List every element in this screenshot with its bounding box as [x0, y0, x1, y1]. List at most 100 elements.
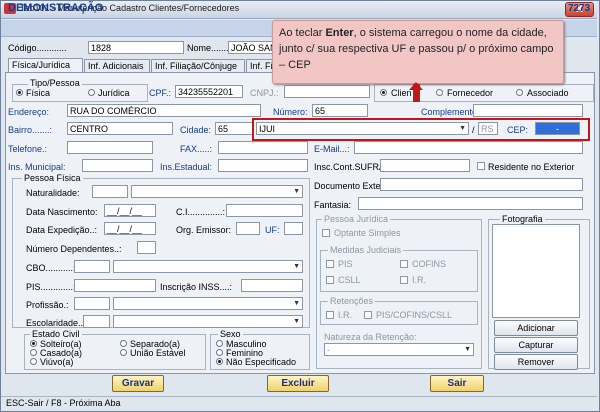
- ci-input[interactable]: [226, 204, 303, 217]
- cofins-label: COFINS: [412, 259, 447, 269]
- fornecedor-radio[interactable]: [436, 89, 443, 96]
- cidade-code-input[interactable]: 65: [215, 122, 253, 135]
- associado-label: Associado: [527, 88, 569, 98]
- cliente-radio[interactable]: [380, 89, 387, 96]
- fisica-radio[interactable]: [16, 89, 23, 96]
- ir-medida-checkbox[interactable]: [400, 276, 408, 284]
- escolaridade-code-input[interactable]: [83, 315, 110, 328]
- remover-button[interactable]: Remover: [494, 354, 578, 370]
- callout-arrow-icon: [409, 82, 423, 90]
- codigo-input[interactable]: 1828: [88, 41, 184, 54]
- residente-checkbox[interactable]: [477, 162, 485, 170]
- ins-estadual-input[interactable]: [218, 159, 308, 172]
- complemento-label: Complemento:: [421, 107, 480, 117]
- tab-fisica-juridica[interactable]: Física/Jurídica: [8, 58, 83, 72]
- cbo-select[interactable]: [113, 260, 303, 273]
- profissao-label: Profissão.:: [26, 300, 69, 310]
- medidas-judiciais-title: Medidas Judiciais: [328, 245, 404, 255]
- tab-inf-adicionais[interactable]: Inf. Adicionais: [84, 59, 150, 72]
- associado-radio[interactable]: [516, 89, 523, 96]
- suframa-input[interactable]: [380, 159, 470, 172]
- csll-checkbox[interactable]: [326, 276, 334, 284]
- fotografia-title: Fotografia: [500, 214, 545, 224]
- adicionar-button[interactable]: Adicionar: [494, 320, 578, 336]
- uniao-estavel-label: União Estável: [130, 348, 186, 358]
- bairro-label: Bairro.......:: [8, 125, 53, 135]
- optante-simples-checkbox[interactable]: [322, 229, 330, 237]
- natureza-retencao-label: Natureza da Retenção:: [324, 332, 417, 342]
- codigo-label: Código............: [8, 43, 67, 53]
- cnpj-input[interactable]: [284, 85, 370, 98]
- escolaridade-select[interactable]: [113, 315, 303, 328]
- cofins-checkbox[interactable]: [400, 260, 408, 268]
- orgao-emissor-input[interactable]: [236, 222, 260, 235]
- telefone-input[interactable]: [67, 141, 153, 154]
- nome-label: Nome.......: [187, 43, 229, 53]
- inscricao-inss-input[interactable]: [241, 279, 303, 292]
- callout-text-1: Ao teclar: [279, 27, 326, 39]
- nao-especificado-radio[interactable]: [216, 358, 223, 365]
- data-nascimento-input[interactable]: __/__/__: [104, 204, 156, 217]
- retencoes-title: Retenções: [328, 296, 376, 306]
- numero-dependentes-input[interactable]: [137, 241, 156, 254]
- excluir-button[interactable]: Excluir: [267, 375, 329, 392]
- cpf-input[interactable]: 34235552201: [175, 85, 243, 98]
- pessoa-fisica-title: Pessoa Física: [22, 173, 83, 183]
- gravar-button[interactable]: Gravar: [112, 375, 164, 392]
- separado-radio[interactable]: [120, 340, 127, 347]
- estado-civil-title: Estado Civil: [30, 329, 82, 339]
- viuvo-radio[interactable]: [30, 358, 37, 365]
- pis-cofins-csll-checkbox[interactable]: [364, 311, 372, 319]
- ci-label: C.I..............:: [176, 207, 226, 217]
- callout-enter: Enter: [325, 27, 354, 39]
- complemento-input[interactable]: [473, 104, 583, 117]
- ir-retencao-checkbox[interactable]: [326, 311, 334, 319]
- pis-label: PIS.............:: [26, 282, 76, 292]
- fisica-label: Física: [26, 88, 51, 98]
- uf-input[interactable]: RS: [478, 122, 498, 135]
- naturalidade-select[interactable]: [131, 185, 303, 198]
- cep-label: CEP:: [507, 125, 529, 135]
- casado-radio[interactable]: [30, 349, 37, 356]
- ir-retencao-label: I.R.: [338, 310, 353, 320]
- uniao-estavel-radio[interactable]: [120, 349, 127, 356]
- ins-municipal-label: Ins. Municipal:: [8, 162, 66, 172]
- email-input[interactable]: [354, 141, 583, 154]
- cep-input[interactable]: -: [535, 122, 580, 135]
- profissao-code-input[interactable]: [74, 297, 110, 310]
- documento-exterior-input[interactable]: [380, 178, 583, 191]
- page-title: DEMONSTRAÇÃO: [8, 2, 104, 14]
- endereco-label: Endereço:: [8, 107, 50, 117]
- photo-box[interactable]: [492, 224, 580, 318]
- uf-pf-input[interactable]: [284, 222, 303, 235]
- profissao-select[interactable]: [113, 297, 303, 310]
- cidade-select[interactable]: IJUI: [256, 122, 469, 135]
- uf-label: UF:: [265, 225, 280, 235]
- fornecedor-label: Fornecedor: [447, 88, 494, 98]
- inscricao-inss-label: Inscrição INSS....:: [160, 282, 233, 292]
- fantasia-input[interactable]: [358, 197, 583, 210]
- ins-municipal-input[interactable]: [82, 159, 153, 172]
- tab-inf-filiacao[interactable]: Inf. Filiação/Cônjuge: [151, 59, 245, 72]
- bairro-input[interactable]: CENTRO: [67, 122, 173, 135]
- juridica-radio[interactable]: [88, 89, 95, 96]
- capturar-button[interactable]: Capturar: [494, 337, 578, 353]
- feminino-radio[interactable]: [216, 349, 223, 356]
- solteiro-radio[interactable]: [30, 340, 37, 347]
- cidade-slash: /: [472, 125, 475, 135]
- fax-input[interactable]: [218, 141, 308, 154]
- numero-dependentes-label: Número Dependentes..:: [26, 244, 122, 254]
- numero-input[interactable]: 65: [312, 104, 368, 117]
- email-label: E-Mail...:: [314, 144, 350, 154]
- naturalidade-code-input[interactable]: [92, 185, 128, 198]
- natureza-retencao-select[interactable]: -: [324, 343, 474, 356]
- nome-input[interactable]: JOÃO SANT: [228, 41, 278, 54]
- masculino-radio[interactable]: [216, 340, 223, 347]
- sair-button[interactable]: Sair: [430, 375, 484, 392]
- pis-checkbox[interactable]: [326, 260, 334, 268]
- data-expedicao-input[interactable]: __/__/__: [104, 222, 156, 235]
- cbo-label: CBO...........:: [26, 263, 76, 273]
- cbo-code-input[interactable]: [74, 260, 110, 273]
- pis-input[interactable]: [74, 279, 156, 292]
- endereco-input[interactable]: RUA DO COMÉRCIO: [67, 104, 261, 117]
